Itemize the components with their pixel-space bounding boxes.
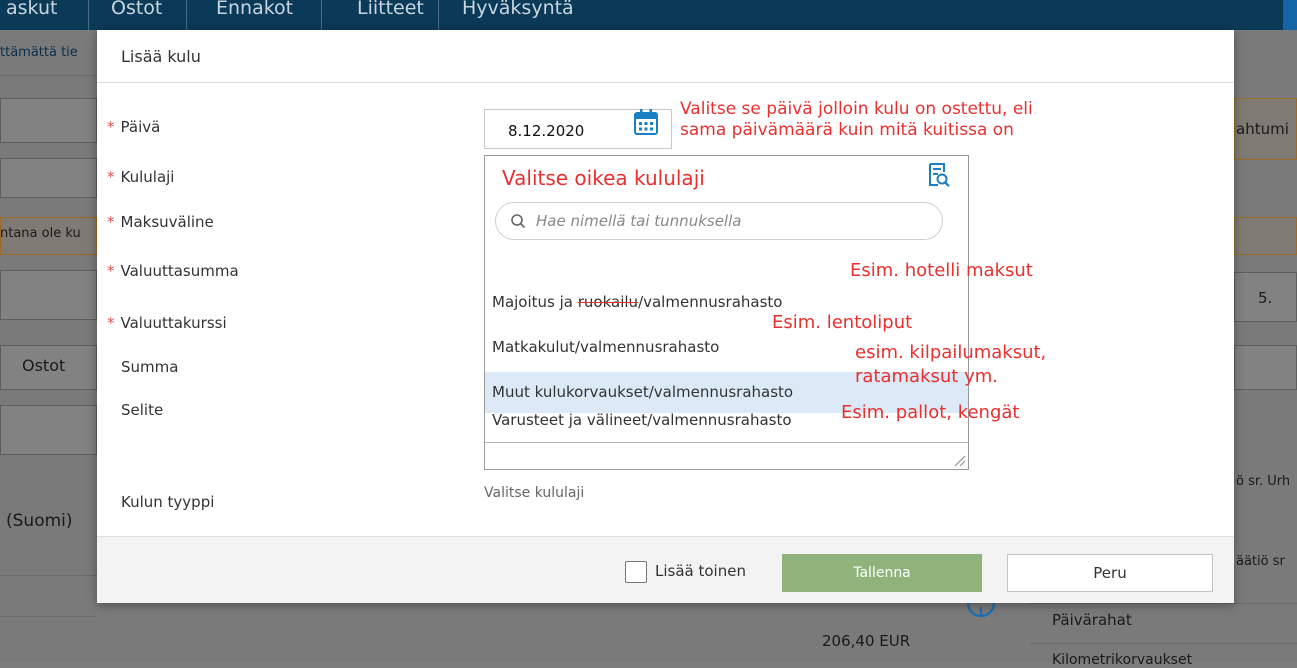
bg-tab-ostot: Ostot xyxy=(22,356,66,375)
dialog-title: Lisää kulu xyxy=(121,47,201,66)
bg-warning-text: ntana ole ku xyxy=(0,226,81,241)
annotation-option-2: Esim. lentoliput xyxy=(772,312,913,333)
bg-amount: 206,40 EUR xyxy=(822,632,911,650)
bg-right-text: äätiö sr xyxy=(1236,554,1285,569)
label-selite: Selite xyxy=(121,401,164,419)
dialog-footer: Lisää toinen Tallenna Peru xyxy=(97,536,1234,603)
bg-language: (Suomi) xyxy=(6,511,73,531)
bg-paivarahat[interactable]: Päivärahat xyxy=(1052,611,1132,629)
list-search-icon[interactable] xyxy=(928,163,950,187)
bg-field xyxy=(0,158,97,198)
annotation-option-4: Esim. pallot, kengät xyxy=(841,402,1020,423)
bg-right-text: ahtumi xyxy=(1236,120,1289,138)
kulun-tyyppi-hint: Valitse kululaji xyxy=(484,485,585,501)
annotation-kululaji: Valitse oikea kululaji xyxy=(502,166,705,190)
calendar-icon[interactable] xyxy=(633,108,659,136)
search-icon xyxy=(511,214,526,229)
dropdown-divider xyxy=(485,442,968,443)
date-input[interactable]: 8.12.2020 xyxy=(484,109,672,149)
nav-edge xyxy=(1283,0,1297,30)
bg-notice-text: ttämättä tie xyxy=(0,45,78,60)
nav-tab-hyvaksynta[interactable]: Hyväksyntä xyxy=(462,0,574,19)
add-another-checkbox[interactable] xyxy=(625,561,647,583)
search-placeholder: Hae nimellä tai tunnuksella xyxy=(536,212,742,230)
nav-tab-laskut[interactable]: askut xyxy=(6,0,57,19)
label-kululaji: * Kululaji xyxy=(107,168,175,186)
dialog-header: Lisää kulu xyxy=(97,30,1234,83)
required-mark: * xyxy=(107,262,115,280)
bg-field xyxy=(0,98,97,143)
bg-right-text: ö sr. Urh xyxy=(1236,474,1291,489)
annotation-option-1: Esim. hotelli maksut xyxy=(850,260,1033,281)
required-mark: * xyxy=(107,118,115,136)
nav-tab-ennakot[interactable]: Ennakot xyxy=(216,0,293,19)
label-paiva: * Päivä xyxy=(107,118,161,136)
cancel-button[interactable]: Peru xyxy=(1007,554,1213,592)
info-icon[interactable] xyxy=(965,603,997,627)
add-another-label[interactable]: Lisää toinen xyxy=(655,562,746,580)
nav-tab-ostot[interactable]: Ostot xyxy=(111,0,162,19)
label-summa: Summa xyxy=(121,358,179,376)
bg-field xyxy=(1234,345,1297,390)
bg-kilometrikorvaukset[interactable]: Kilometrikorvaukset xyxy=(1052,652,1192,668)
struck-text: ruokailu xyxy=(577,293,639,311)
bg-field xyxy=(0,270,97,320)
required-mark: * xyxy=(107,314,115,332)
search-input[interactable]: Hae nimellä tai tunnuksella xyxy=(495,202,943,240)
add-expense-dialog: Lisää kulu * Päivä * Kululaji * Maksuväline… xyxy=(97,30,1234,603)
date-value: 8.12.2020 xyxy=(508,122,585,140)
save-button[interactable]: Tallenna xyxy=(782,554,982,592)
nav-tab-liitteet[interactable]: Liitteet xyxy=(357,0,424,19)
annotation-option-3: esim. kilpailumaksut, ratamaksut ym. xyxy=(855,342,1047,387)
required-mark: * xyxy=(107,213,115,231)
top-nav: askut Ostot Ennakot Liitteet Hyväksyntä xyxy=(0,0,1297,30)
label-valuuttasumma: * Valuuttasumma xyxy=(107,262,239,280)
bg-warning xyxy=(1234,217,1297,255)
label-valuuttakurssi: * Valuuttakurssi xyxy=(107,314,227,332)
label-maksuvaline: * Maksuväline xyxy=(107,213,214,231)
bg-step-text: 5. xyxy=(1258,289,1273,307)
resize-handle-icon[interactable] xyxy=(954,455,966,467)
required-mark: * xyxy=(107,168,115,186)
label-kulun-tyyppi: Kulun tyyppi xyxy=(121,493,215,511)
annotation-date: Valitse se päivä jolloin kulu on ostettu… xyxy=(680,99,1033,140)
bg-field xyxy=(0,405,97,455)
